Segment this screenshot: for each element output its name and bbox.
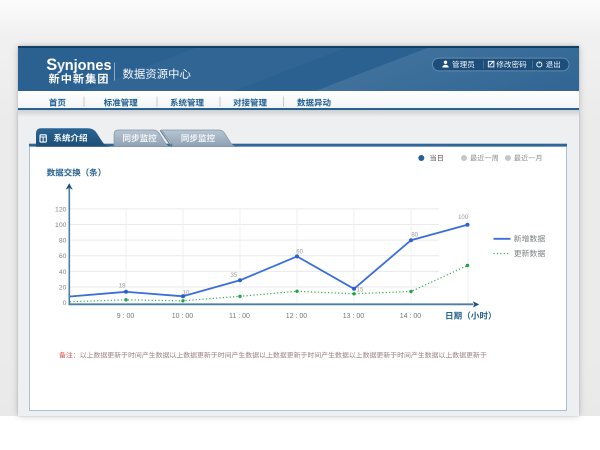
- svg-text:10 : 00: 10 : 00: [172, 313, 194, 320]
- svg-text:35: 35: [231, 273, 238, 279]
- svg-text:18: 18: [119, 283, 126, 289]
- svg-text:15: 15: [357, 288, 364, 294]
- svg-text:20: 20: [59, 284, 67, 291]
- svg-text:14 : 00: 14 : 00: [400, 313, 422, 320]
- svg-text:80: 80: [411, 232, 418, 238]
- svg-text:120: 120: [55, 206, 67, 213]
- svg-text:S: S: [46, 56, 57, 74]
- svg-text:njones: njones: [65, 58, 112, 74]
- svg-text:12 : 00: 12 : 00: [286, 313, 308, 320]
- svg-text:80: 80: [59, 238, 67, 245]
- svg-text:60: 60: [296, 249, 303, 255]
- svg-text:11 : 00: 11 : 00: [229, 313, 250, 320]
- svg-text:40: 40: [59, 269, 67, 276]
- svg-text:100: 100: [458, 215, 469, 221]
- svg-text:10: 10: [183, 290, 190, 296]
- svg-text:0: 0: [63, 300, 67, 307]
- svg-text:100: 100: [55, 222, 67, 229]
- svg-text:9 : 00: 9 : 00: [117, 313, 135, 320]
- svg-text:13 : 00: 13 : 00: [343, 313, 365, 320]
- svg-text:60: 60: [59, 253, 67, 260]
